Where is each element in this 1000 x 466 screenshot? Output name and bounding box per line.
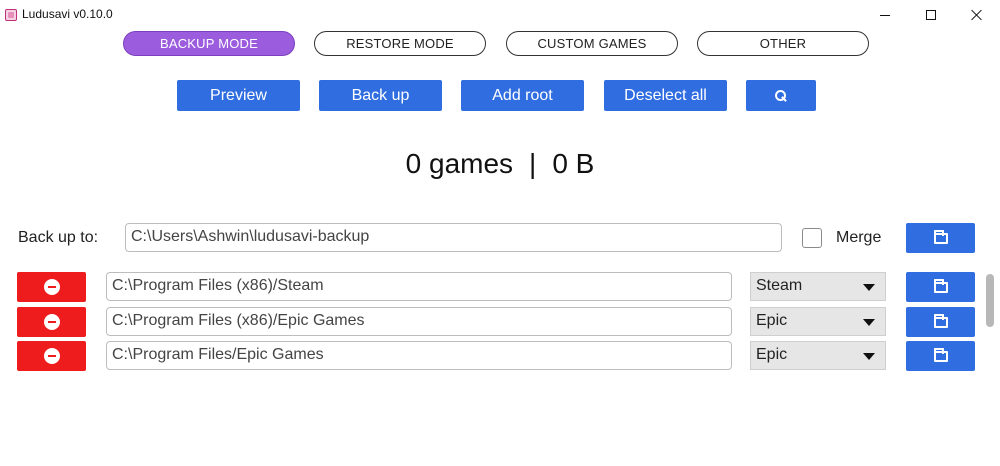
deselect-all-button[interactable]: Deselect all <box>604 80 727 111</box>
folder-icon <box>933 278 948 293</box>
minimize-button[interactable] <box>862 0 908 30</box>
back-up-button[interactable]: Back up <box>319 80 442 111</box>
close-button[interactable] <box>954 0 1000 30</box>
app-icon <box>5 9 17 21</box>
folder-icon <box>933 229 948 244</box>
root-path-input[interactable]: C:\Program Files (x86)/Epic Games <box>106 307 732 336</box>
minimize-icon <box>880 14 890 16</box>
backup-summary: 0 games | 0 B <box>0 148 1000 180</box>
window-title: Ludusavi v0.10.0 <box>22 7 113 21</box>
summary-separator: | <box>529 148 537 179</box>
title-bar: Ludusavi v0.10.0 <box>0 0 1000 30</box>
scrollbar-thumb[interactable] <box>986 274 994 327</box>
chevron-down-icon <box>863 284 875 291</box>
folder-icon <box>933 313 948 328</box>
total-size: 0 B <box>552 148 595 179</box>
search-icon <box>775 89 787 102</box>
root-path-input[interactable]: C:\Program Files (x86)/Steam <box>106 272 732 301</box>
tab-restore-mode[interactable]: RESTORE MODE <box>314 31 486 56</box>
add-root-button[interactable]: Add root <box>461 80 584 111</box>
merge-label: Merge <box>836 229 882 246</box>
browse-root-folder-button[interactable] <box>906 307 975 337</box>
tab-custom-games[interactable]: CUSTOM GAMES <box>506 31 678 56</box>
merge-checkbox[interactable] <box>802 228 822 248</box>
games-count: 0 games <box>405 148 514 179</box>
chevron-down-icon <box>863 353 875 360</box>
browse-root-folder-button[interactable] <box>906 272 975 302</box>
root-store-select[interactable]: Epic <box>750 307 886 336</box>
browse-backup-folder-button[interactable] <box>906 223 975 253</box>
search-button[interactable] <box>746 80 816 111</box>
preview-button[interactable]: Preview <box>177 80 300 111</box>
backup-target-label: Back up to: <box>18 229 99 246</box>
tab-backup-mode[interactable]: BACKUP MODE <box>123 31 295 56</box>
browse-root-folder-button[interactable] <box>906 341 975 371</box>
remove-icon <box>43 279 60 295</box>
maximize-button[interactable] <box>908 0 954 30</box>
root-store-select[interactable]: Steam <box>750 272 886 301</box>
remove-icon <box>43 348 60 364</box>
remove-root-button[interactable] <box>17 307 86 337</box>
close-icon <box>971 9 983 21</box>
remove-icon <box>43 314 60 330</box>
maximize-icon <box>926 10 936 20</box>
root-store-value: Epic <box>756 346 788 363</box>
tab-other[interactable]: OTHER <box>697 31 869 56</box>
root-store-value: Steam <box>756 277 803 294</box>
folder-icon <box>933 347 948 362</box>
root-store-value: Epic <box>756 312 788 329</box>
remove-root-button[interactable] <box>17 341 86 371</box>
backup-path-input[interactable]: C:\Users\Ashwin\ludusavi-backup <box>125 223 782 252</box>
remove-root-button[interactable] <box>17 272 86 302</box>
root-path-input[interactable]: C:\Program Files/Epic Games <box>106 341 732 370</box>
chevron-down-icon <box>863 319 875 326</box>
root-store-select[interactable]: Epic <box>750 341 886 370</box>
